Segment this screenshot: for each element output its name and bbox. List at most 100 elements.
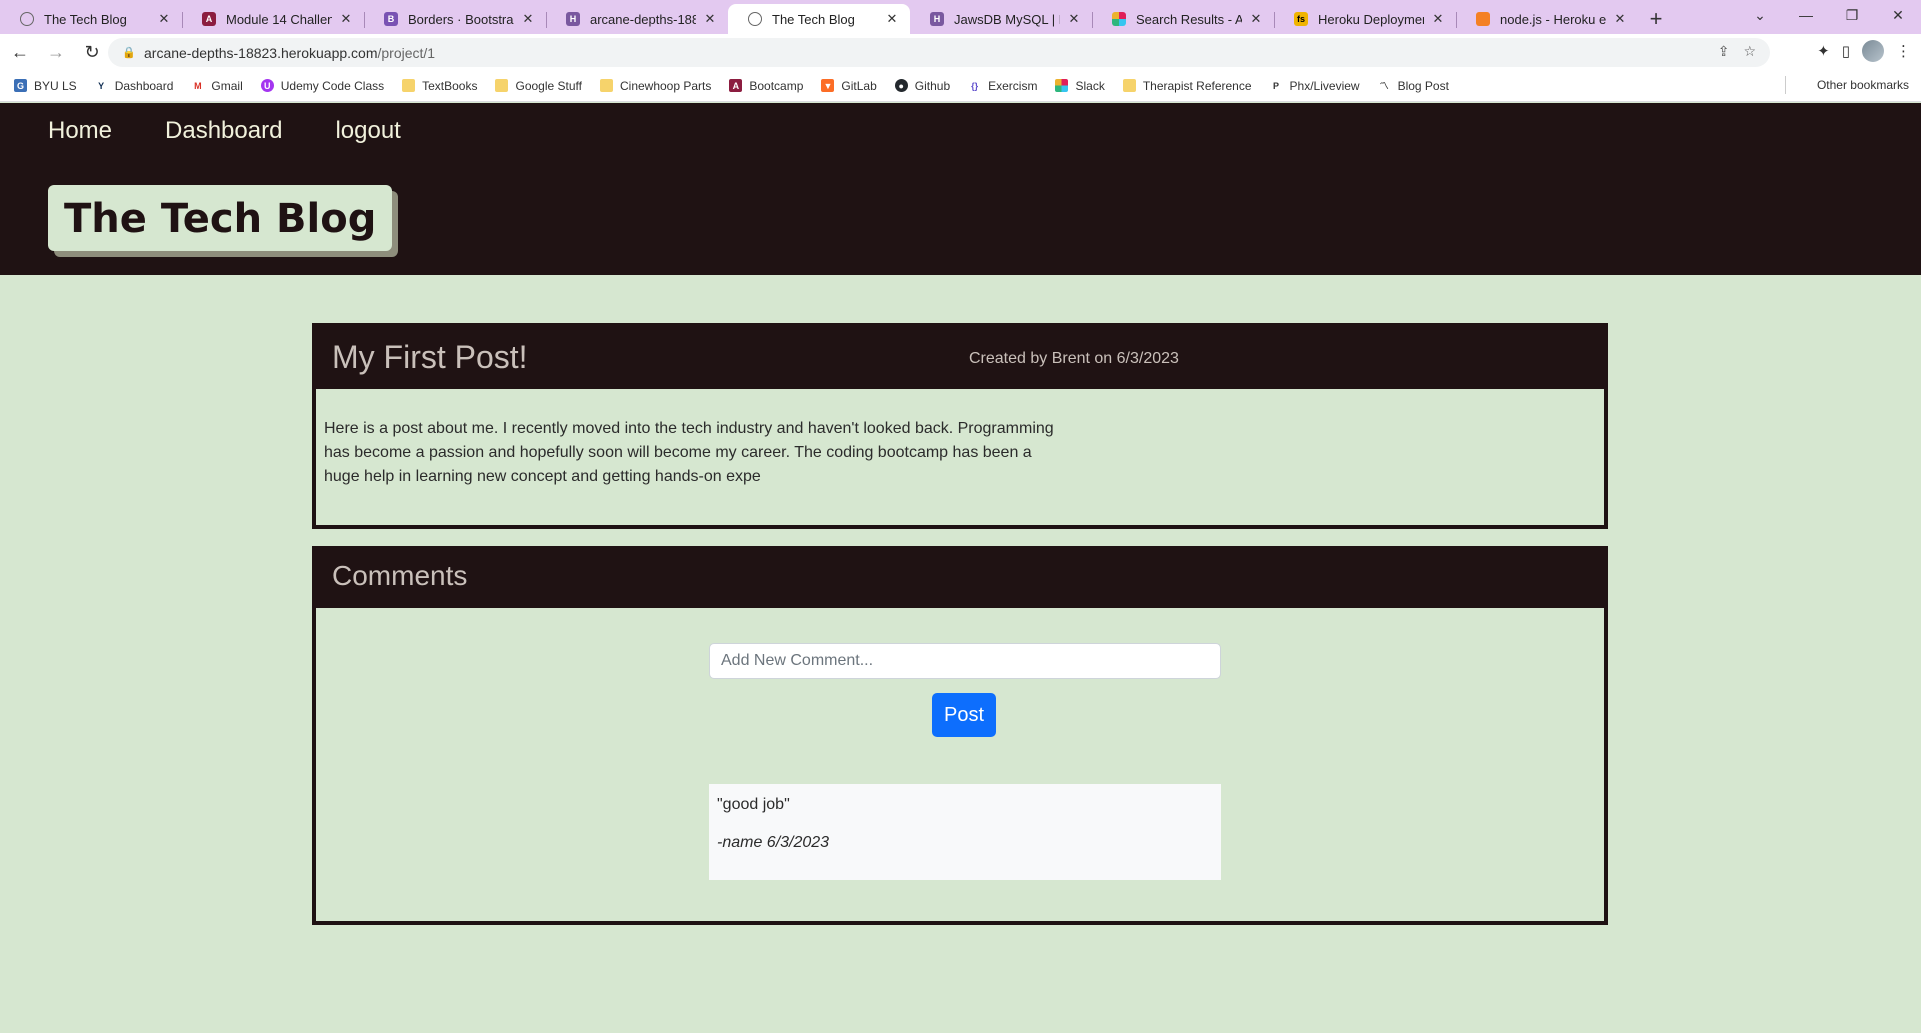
tab-title: JawsDB MySQL | Hero: [954, 11, 1060, 27]
star-icon[interactable]: ☆: [1743, 43, 1756, 60]
bookmark-item[interactable]: Google Stuff: [495, 79, 582, 93]
bookmark-label: Phx/Liveview: [1289, 78, 1360, 93]
close-icon[interactable]: ✕: [1612, 11, 1628, 27]
bookmark-label: Therapist Reference: [1142, 78, 1252, 93]
minimize-icon[interactable]: —: [1783, 0, 1829, 30]
bookmark-label: Slack: [1075, 78, 1105, 93]
reload-icon[interactable]: ↻: [76, 36, 108, 68]
bookmark-item[interactable]: Therapist Reference: [1122, 78, 1252, 93]
bootstrap-icon: B: [384, 12, 398, 26]
restore-icon[interactable]: ❐: [1829, 0, 1875, 30]
post-comment-button[interactable]: Post: [932, 693, 996, 737]
browser-tab[interactable]: H arcane-depths-18823 ✕: [546, 4, 728, 34]
browser-tab[interactable]: H JawsDB MySQL | Hero ✕: [910, 4, 1092, 34]
browser-tab-active[interactable]: The Tech Blog ✕: [728, 4, 910, 34]
menu-icon[interactable]: ⋮: [1896, 42, 1911, 60]
yale-icon: Y: [98, 80, 105, 91]
address-bar[interactable]: 🔒 arcane-depths-18823.herokuapp.com/proj…: [108, 38, 1770, 67]
byu-icon: G: [14, 79, 27, 92]
comment-item: "good job" -name 6/3/2023: [709, 784, 1221, 880]
browser-tab[interactable]: Search Results - ASU ✕: [1092, 4, 1274, 34]
bookmark-label: Cinewhoop Parts: [619, 78, 712, 93]
close-icon[interactable]: ✕: [156, 11, 172, 27]
tab-title: Heroku Deployment G: [1318, 11, 1424, 27]
profile-avatar[interactable]: [1862, 40, 1884, 62]
close-icon[interactable]: ✕: [702, 11, 718, 27]
tab-search-icon[interactable]: ⌄: [1737, 0, 1783, 30]
close-icon[interactable]: ✕: [1430, 11, 1446, 27]
bookmark-label: Dashboard: [114, 78, 174, 93]
tab-title: node.js - Heroku error: [1500, 11, 1606, 27]
bookmark-label: Bootcamp: [749, 78, 804, 93]
browser-tab[interactable]: The Tech Blog ✕: [0, 4, 182, 34]
nav-logout-link[interactable]: logout: [335, 117, 400, 145]
post-card: My First Post! Created by Brent on 6/3/2…: [312, 323, 1608, 529]
exercism-icon: {}: [971, 80, 979, 91]
close-window-icon[interactable]: ✕: [1875, 0, 1921, 30]
comment-input[interactable]: [709, 643, 1221, 679]
close-icon[interactable]: ✕: [338, 11, 354, 27]
lock-icon: 🔒: [122, 47, 136, 59]
bookmark-label: Udemy Code Class: [280, 78, 385, 93]
github-icon: ●: [894, 79, 908, 92]
close-icon[interactable]: ✕: [1248, 11, 1264, 27]
bookmark-item[interactable]: TextBooks: [402, 79, 477, 93]
post-meta: Created by Brent on 6/3/2023: [969, 350, 1179, 367]
nav-dashboard-link[interactable]: Dashboard: [165, 117, 282, 145]
bookmark-item[interactable]: Slack: [1055, 78, 1105, 93]
tab-title: Search Results - ASU: [1136, 11, 1242, 27]
tab-title: The Tech Blog: [44, 11, 127, 27]
asu-icon: A: [202, 12, 216, 26]
bookmark-item[interactable]: {} Exercism: [968, 79, 1037, 93]
bookmark-label: TextBooks: [422, 78, 478, 93]
udemy-icon: U: [260, 79, 274, 92]
tab-title: arcane-depths-18823: [590, 11, 696, 27]
browser-tab[interactable]: A Module 14 Challenge ✕: [182, 4, 364, 34]
bookmark-item[interactable]: Cinewhoop Parts: [599, 78, 712, 93]
extensions-icon[interactable]: ✦: [1817, 42, 1830, 60]
globe-icon: [748, 12, 762, 26]
folder-icon: [599, 79, 613, 92]
bookmark-item[interactable]: 〽 Blog Post: [1378, 79, 1449, 93]
bookmark-label: Exercism: [988, 78, 1038, 93]
stackoverflow-icon: [1476, 12, 1490, 26]
bookmark-item[interactable]: Y Dashboard: [95, 78, 174, 93]
bookmark-item[interactable]: A Bootcamp: [729, 79, 803, 93]
forward-arrow-icon[interactable]: →: [40, 36, 72, 68]
share-icon[interactable]: ⇪: [1718, 43, 1730, 60]
comments-title: Comments: [332, 560, 468, 591]
bookmark-label: GitLab: [841, 78, 877, 93]
bookmark-item[interactable]: M Gmail: [191, 78, 243, 93]
site-nav: Home Dashboard logout: [48, 117, 454, 145]
close-icon[interactable]: ✕: [1066, 11, 1082, 27]
bookmark-label: Gmail: [211, 78, 243, 93]
new-tab-button[interactable]: +: [1638, 4, 1674, 34]
url-path: /project/1: [377, 44, 436, 61]
bookmark-item[interactable]: ▼ GitLab: [821, 78, 877, 93]
back-arrow-icon[interactable]: ←: [4, 36, 36, 68]
comments-header: Comments: [316, 550, 1604, 608]
bookmark-item[interactable]: ● Github: [894, 78, 951, 93]
other-bookmarks-label: Other bookmarks: [1816, 78, 1909, 92]
other-bookmarks[interactable]: Other bookmarks: [1784, 76, 1909, 94]
tab-title: Module 14 Challenge: [226, 11, 332, 27]
bookmark-label: Github: [914, 78, 951, 93]
bookmark-item[interactable]: U Udemy Code Class: [260, 78, 385, 93]
url-host: arcane-depths-18823.herokuapp.com: [144, 44, 378, 61]
browser-tab[interactable]: node.js - Heroku error ✕: [1456, 4, 1638, 34]
globe-icon: [20, 12, 34, 26]
nav-home-link[interactable]: Home: [48, 117, 112, 145]
window-controls: ⌄ — ❐ ✕: [1737, 0, 1921, 30]
browser-tab[interactable]: fs Heroku Deployment G ✕: [1274, 4, 1456, 34]
tab-title: The Tech Blog: [772, 11, 855, 27]
close-icon[interactable]: ✕: [520, 11, 536, 27]
side-panel-icon[interactable]: ▯: [1842, 42, 1850, 60]
browser-tab-strip: The Tech Blog ✕ A Module 14 Challenge ✕ …: [0, 0, 1921, 34]
bookmark-item[interactable]: P Phx/Liveview: [1270, 79, 1360, 93]
comment-text: "good job": [717, 796, 790, 813]
fs-icon: fs: [1294, 12, 1308, 26]
folder-icon: [495, 79, 509, 92]
close-icon[interactable]: ✕: [884, 11, 900, 27]
browser-tab[interactable]: B Borders · Bootstrap v5 ✕: [364, 4, 546, 34]
bookmark-item[interactable]: G BYU LS: [14, 79, 77, 93]
